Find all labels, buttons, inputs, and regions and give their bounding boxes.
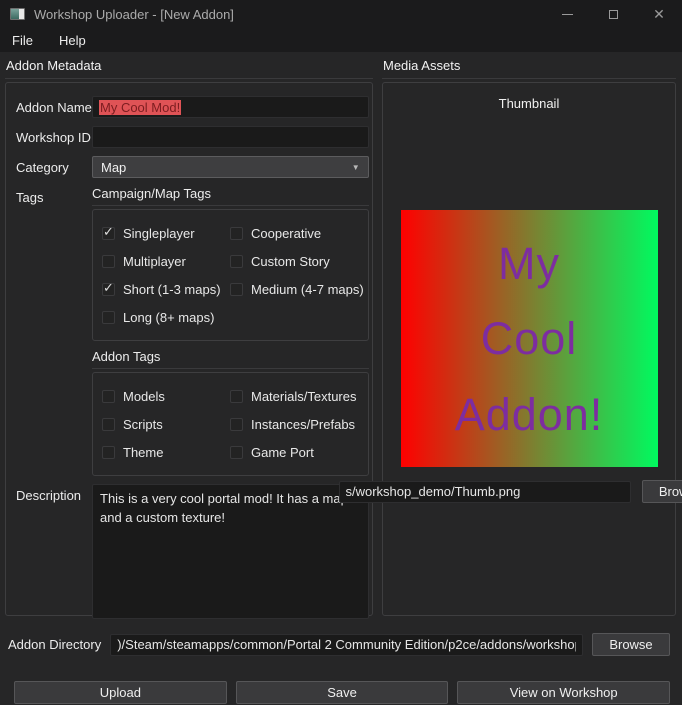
save-button[interactable]: Save <box>236 681 449 704</box>
metadata-form: Addon Name My Cool Mod! Workshop ID Cate… <box>6 83 372 619</box>
maximize-button[interactable] <box>590 0 636 28</box>
checkbox-icon <box>230 227 243 240</box>
checkbox-icon <box>102 446 115 459</box>
addon-directory-label: Addon Directory <box>8 637 101 652</box>
checkbox-theme[interactable]: Theme <box>102 438 230 466</box>
workshop-id-label: Workshop ID <box>16 130 92 145</box>
chevron-down-icon: ▼ <box>352 163 360 172</box>
addon-directory-input[interactable] <box>110 634 583 656</box>
close-icon: ✕ <box>653 7 665 21</box>
addon-name-label: Addon Name <box>16 100 92 115</box>
addon-tags-group: Addon Tags Models Materials/Textures <box>92 349 369 476</box>
checkbox-icon <box>102 311 115 324</box>
window-controls: ✕ <box>544 0 682 28</box>
addon-metadata-header: Addon Metadata <box>5 58 373 79</box>
checkbox-medium-maps[interactable]: Medium (4-7 maps) <box>230 275 364 303</box>
menu-bar: File Help <box>0 28 682 52</box>
addon-metadata-section: Addon Metadata Addon Name My Cool Mod! W… <box>5 58 373 616</box>
category-label: Category <box>16 160 92 175</box>
checkbox-short-maps[interactable]: ✓ Short (1-3 maps) <box>102 275 230 303</box>
campaign-map-tags-group: Campaign/Map Tags ✓ Singleplayer Coopera… <box>92 186 369 341</box>
checkbox-icon <box>230 255 243 268</box>
checkbox-icon: ✓ <box>102 283 115 296</box>
description-textarea[interactable]: This is a very cool portal mod! It has a… <box>92 484 369 619</box>
checkbox-icon: ✓ <box>102 227 115 240</box>
thumbnail-label: Thumbnail <box>383 96 675 111</box>
checkbox-cooperative[interactable]: Cooperative <box>230 219 364 247</box>
addon-name-input[interactable]: My Cool Mod! <box>92 96 369 118</box>
upload-button[interactable]: Upload <box>14 681 227 704</box>
thumbnail-browse-button[interactable]: Browse <box>642 480 682 503</box>
window-title: Workshop Uploader - [New Addon] <box>34 7 234 22</box>
app-icon <box>10 8 25 20</box>
view-on-workshop-button[interactable]: View on Workshop <box>457 681 670 704</box>
checkbox-icon <box>102 255 115 268</box>
category-selected-value: Map <box>101 160 126 175</box>
campaign-map-tags-title: Campaign/Map Tags <box>92 186 369 206</box>
menu-help[interactable]: Help <box>55 31 90 50</box>
addon-directory-row: Addon Directory Browse <box>0 633 682 656</box>
checkbox-icon <box>230 283 243 296</box>
thumbnail-path-row: Browse <box>383 480 675 503</box>
description-label: Description <box>16 484 92 503</box>
checkbox-instances-prefabs[interactable]: Instances/Prefabs <box>230 410 364 438</box>
checkbox-models[interactable]: Models <box>102 382 230 410</box>
addon-name-selected-text: My Cool Mod! <box>99 100 181 115</box>
close-button[interactable]: ✕ <box>636 0 682 28</box>
addon-directory-browse-button[interactable]: Browse <box>592 633 670 656</box>
category-dropdown[interactable]: Map ▼ <box>92 156 369 178</box>
checkbox-icon <box>230 390 243 403</box>
media-assets-panel: Thumbnail My Cool Addon! Browse <box>382 82 676 616</box>
checkbox-materials-textures[interactable]: Materials/Textures <box>230 382 364 410</box>
minimize-icon <box>562 14 573 15</box>
checkbox-custom-story[interactable]: Custom Story <box>230 247 364 275</box>
title-bar[interactable]: Workshop Uploader - [New Addon] ✕ <box>0 0 682 28</box>
checkbox-multiplayer[interactable]: Multiplayer <box>102 247 230 275</box>
checkbox-icon <box>230 446 243 459</box>
minimize-button[interactable] <box>544 0 590 28</box>
thumbnail-path-input[interactable] <box>339 481 631 503</box>
media-assets-section: Media Assets Thumbnail My Cool Addon! Br… <box>382 58 676 616</box>
thumbnail-image: My Cool Addon! <box>401 210 658 467</box>
app-icon-left <box>11 9 19 19</box>
maximize-icon <box>609 10 618 19</box>
checkbox-icon <box>230 418 243 431</box>
checkbox-icon <box>102 390 115 403</box>
checkbox-icon <box>102 418 115 431</box>
addon-tags-box: Models Materials/Textures Scripts <box>92 372 369 476</box>
action-buttons-row: Upload Save View on Workshop <box>0 681 682 704</box>
addon-metadata-panel: Addon Name My Cool Mod! Workshop ID Cate… <box>5 82 373 616</box>
checkbox-game-port[interactable]: Game Port <box>230 438 364 466</box>
checkbox-long-maps[interactable]: Long (8+ maps) <box>102 303 230 331</box>
thumbnail-text-line: My <box>498 241 560 286</box>
media-assets-header: Media Assets <box>382 58 676 79</box>
main-content: Addon Metadata Addon Name My Cool Mod! W… <box>0 58 682 616</box>
checkbox-scripts[interactable]: Scripts <box>102 410 230 438</box>
app-icon-right <box>19 9 24 19</box>
checkbox-singleplayer[interactable]: ✓ Singleplayer <box>102 219 230 247</box>
tags-groups: Campaign/Map Tags ✓ Singleplayer Coopera… <box>92 186 369 476</box>
addon-tags-title: Addon Tags <box>92 349 369 369</box>
tags-label: Tags <box>16 186 92 205</box>
workshop-uploader-window: Workshop Uploader - [New Addon] ✕ File H… <box>0 0 682 705</box>
thumbnail-text-line: Addon! <box>455 392 604 437</box>
thumbnail-text-line: Cool <box>481 316 578 361</box>
workshop-id-input[interactable] <box>92 126 369 148</box>
menu-file[interactable]: File <box>8 31 37 50</box>
campaign-map-tags-box: ✓ Singleplayer Cooperative Multiplayer <box>92 209 369 341</box>
